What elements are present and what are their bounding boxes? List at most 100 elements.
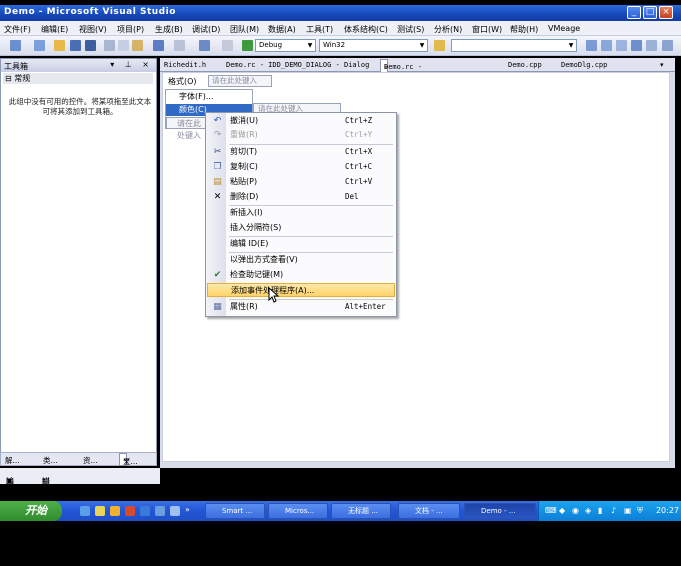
type-here-box[interactable]: 请在此处键入 (208, 75, 272, 87)
tab-class-view[interactable]: 类... (43, 455, 58, 466)
more-tools-icon[interactable] (662, 40, 673, 51)
menu-help[interactable]: 帮助(H) (510, 24, 538, 35)
close-icon[interactable]: × (384, 63, 388, 71)
menu-tools[interactable]: 工具(T) (306, 24, 333, 35)
menu-item-new-insert[interactable]: 新插入(I) (207, 206, 395, 220)
menu-item-undo[interactable]: ↶ 撤消(U) Ctrl+Z (207, 114, 395, 128)
start-debug-icon[interactable] (242, 40, 253, 51)
find-combo[interactable]: ▼ (451, 39, 577, 52)
menu-item-label: 粘贴(P) (230, 177, 258, 186)
start-button[interactable]: 开始 (0, 501, 62, 521)
object-browser-icon[interactable] (616, 40, 627, 51)
shield-icon[interactable]: ⛨ (637, 506, 643, 516)
tab-dropdown-icon[interactable]: ▾ (660, 61, 664, 69)
menu-team[interactable]: 团队(M) (230, 24, 259, 35)
quicklaunch-icon[interactable] (125, 506, 135, 516)
menu-window[interactable]: 窗口(W) (472, 24, 502, 35)
menu-item-check-mnemonics[interactable]: ✔ 检查助记键(M) (207, 268, 395, 282)
tray-icon[interactable]: ▣ (624, 506, 632, 515)
close-button[interactable]: × (659, 6, 673, 19)
redo-icon[interactable] (174, 40, 185, 51)
add-item-icon[interactable] (34, 40, 45, 51)
config-combo[interactable]: Debug ▼ (255, 39, 316, 52)
tray-icon[interactable]: ◈ (585, 506, 591, 515)
menu-architecture[interactable]: 体系结构(C) (344, 24, 388, 35)
toolbox-icon[interactable] (631, 40, 642, 51)
taskbar-button-untitled[interactable]: 无标题 ... (331, 503, 391, 519)
menu-item-delete[interactable]: ✕ 删除(D) Del (207, 190, 395, 204)
tab-toolbox[interactable]: ⚒ 工... (119, 453, 138, 466)
menu-edit[interactable]: 编辑(E) (41, 24, 68, 35)
document-tabs: Richedit.h Demo.rc - IDD_DEMO_DIALOG - D… (160, 58, 675, 87)
keyboard-icon[interactable]: ⌨ (545, 506, 557, 515)
doc-tab-dialog[interactable]: Demo.rc - IDD_DEMO_DIALOG - Dialog (226, 61, 369, 69)
copy-icon[interactable] (118, 40, 129, 51)
doc-tab-menu[interactable]: Demo.rc - IDR_MENU1 - Menu × (380, 59, 422, 87)
menu-editor-bar: 格式(O) 请在此处键入 (166, 75, 272, 88)
maximize-button[interactable]: □ (643, 6, 657, 19)
tab-solution-explorer[interactable]: 解... (5, 455, 20, 466)
platform-combo[interactable]: Win32 ▼ (319, 39, 428, 52)
ie-icon[interactable] (80, 506, 90, 516)
save-all-icon[interactable] (85, 40, 96, 51)
doc-tab-demodlg-cpp[interactable]: DemoDlg.cpp (561, 61, 607, 69)
doc-tab-richedit[interactable]: Richedit.h (164, 61, 206, 69)
menu-item-format[interactable]: 格式(O) (168, 76, 197, 87)
taskbar-button-microsoft[interactable]: Micros... (268, 503, 328, 519)
cut-icon[interactable] (104, 40, 115, 51)
doc-tab-demo-cpp[interactable]: Demo.cpp (508, 61, 542, 69)
menu-item-properties[interactable]: ▦ 属性(R) Alt+Enter (207, 300, 395, 314)
quicklaunch-more-icon[interactable]: » (185, 505, 190, 514)
tray-icon[interactable]: ◉ (572, 506, 579, 515)
menu-test[interactable]: 测试(S) (397, 24, 424, 35)
menu-vmeage[interactable]: VMeage (548, 24, 580, 33)
tab-output-label: 输出 (6, 477, 14, 497)
save-icon[interactable] (70, 40, 81, 51)
menu-item-add-event-handler[interactable]: 添加事件处理程序(A)... (207, 283, 395, 297)
tab-resource-view[interactable]: 资... (83, 455, 98, 466)
menu-view[interactable]: 视图(V) (79, 24, 107, 35)
menu-project[interactable]: 项目(P) (117, 24, 144, 35)
menu-item-paste[interactable]: ▤ 粘贴(P) Ctrl+V (207, 175, 395, 189)
new-project-icon[interactable] (10, 40, 21, 51)
menu-item-redo[interactable]: ↷ 重做(R) Ctrl+Y (207, 128, 395, 142)
delete-icon: ✕ (213, 192, 222, 202)
menu-item-view-as-popup[interactable]: 以弹出方式查看(V) (207, 253, 395, 267)
panel-pin-icon[interactable]: ▾ ⊥ × (110, 60, 153, 69)
menu-item-insert-separator[interactable]: 插入分隔符(S) (207, 221, 395, 235)
start-page-icon[interactable] (646, 40, 657, 51)
quicklaunch-icon[interactable] (95, 506, 105, 516)
menu-item-label: 撤消(U) (230, 116, 259, 125)
menu-item-label: 编辑 ID(E) (230, 239, 269, 248)
menu-build[interactable]: 生成(B) (155, 24, 183, 35)
navigate-forward-icon[interactable] (222, 40, 233, 51)
quicklaunch-icon[interactable] (140, 506, 150, 516)
open-icon[interactable] (54, 40, 65, 51)
menu-data[interactable]: 数据(A) (268, 24, 296, 35)
quicklaunch-icon[interactable] (110, 506, 120, 516)
taskbar-button-demo[interactable]: Demo - ... (464, 503, 536, 519)
quicklaunch-icon[interactable] (155, 506, 165, 516)
menu-analyze[interactable]: 分析(N) (434, 24, 462, 35)
menu-item-cut[interactable]: ✂ 剪切(T) Ctrl+X (207, 145, 395, 159)
properties-window-icon[interactable] (601, 40, 612, 51)
menu-item-edit-id[interactable]: 编辑 ID(E) (207, 237, 395, 251)
menu-file[interactable]: 文件(F) (4, 24, 31, 35)
minimize-button[interactable]: _ (627, 6, 641, 19)
taskbar-button-smart[interactable]: Smart ... (205, 503, 265, 519)
toolbox-group-general[interactable]: ⊟ 常规 (3, 73, 153, 84)
quicklaunch-icon[interactable] (170, 506, 180, 516)
volume-icon[interactable]: ♪ (611, 506, 616, 515)
find-in-files-icon[interactable] (434, 40, 445, 51)
solution-explorer-icon[interactable] (586, 40, 597, 51)
type-here-box[interactable]: 请在此处键入 (166, 117, 206, 140)
menu-item-font[interactable]: 字体(F)... (166, 91, 252, 103)
tray-icon[interactable]: ◆ (559, 506, 565, 515)
network-icon[interactable]: ▮ (598, 506, 602, 515)
navigate-icon[interactable] (199, 40, 210, 51)
menu-item-copy[interactable]: ❐ 复制(C) Ctrl+C (207, 160, 395, 174)
menu-debug[interactable]: 调试(D) (192, 24, 220, 35)
taskbar-button-document[interactable]: 文档 - ... (398, 503, 460, 519)
undo-icon[interactable] (153, 40, 164, 51)
paste-icon[interactable] (132, 40, 143, 51)
